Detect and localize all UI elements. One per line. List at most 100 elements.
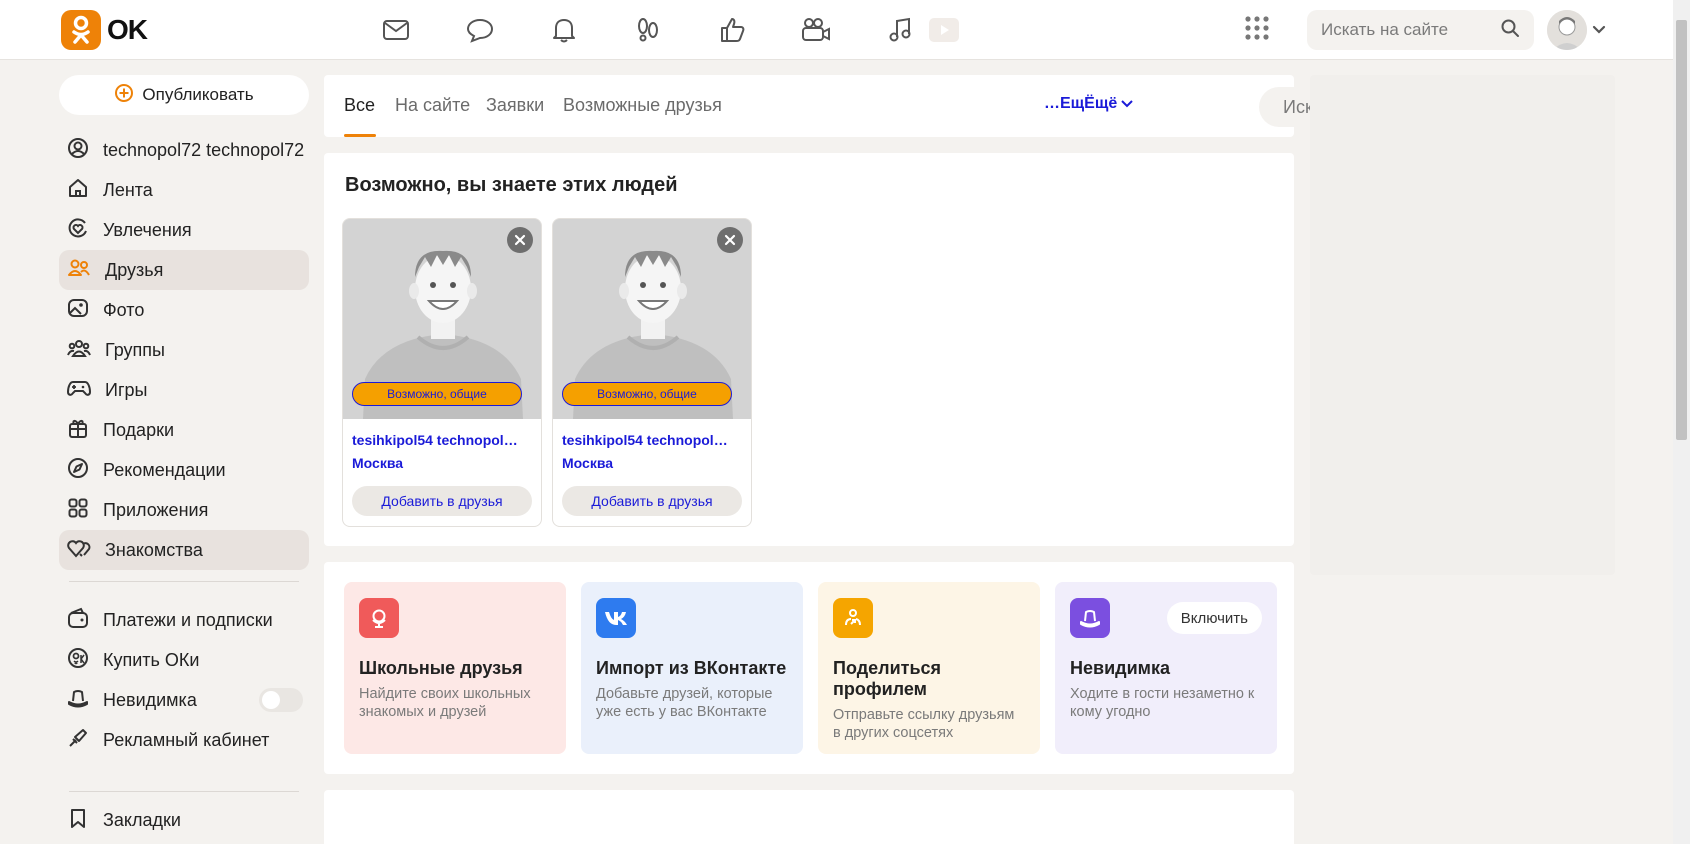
chevron-down-icon [1121,95,1133,113]
share-icon [833,598,873,638]
tab-possible-friends[interactable]: Возможные друзья [563,95,722,116]
feature-desc: Отправьте ссылку друзьям в других соцсет… [833,707,1015,741]
suggestion-card[interactable]: Возможно, общие tesihkipol54 technopol… … [342,218,542,527]
chevron-down-icon[interactable] [1592,22,1606,40]
features-panel: Школьные друзья Найдите своих школьных з… [324,562,1294,774]
mail-icon[interactable] [376,12,416,48]
tab-all[interactable]: Все [344,95,375,116]
search-icon[interactable] [1500,18,1520,43]
home-icon [67,177,89,204]
sidebar-item-invisible[interactable]: Невидимка [59,680,309,720]
chat-icon[interactable] [460,12,500,48]
coin-icon [67,647,89,674]
publish-label: Опубликовать [142,85,254,104]
sidebar-nav-secondary: Платежи и подписки Купить ОКи Невидимка … [59,600,309,760]
sidebar-item-label: Увлечения [103,219,192,240]
apps-grid-icon[interactable] [1244,15,1274,45]
groups-icon [67,337,91,364]
top-bar: OK [0,0,1673,60]
bookmark-icon [67,807,89,834]
sidebar-item-gifts[interactable]: Подарки [59,410,309,450]
sidebar-divider [69,791,299,792]
sidebar-item-label: Фото [103,299,145,320]
more-tabs-button[interactable]: …ЕщЁщё [1044,95,1133,113]
feature-school-friends[interactable]: Школьные друзья Найдите своих школьных з… [344,582,566,754]
sidebar-nav: technopol72 technopol72 Лента Увлечения … [59,130,309,570]
scrollbar-thumb[interactable] [1676,20,1687,440]
sidebar-item-dating[interactable]: Знакомства [59,530,309,570]
like-icon[interactable] [712,12,752,48]
feature-title: Поделиться профилем [833,658,942,699]
sidebar-item-label: Купить ОКи [103,649,200,670]
suggestion-city: Москва [562,455,614,471]
next-section-panel [324,790,1294,844]
suggestions-title: Возможно, вы знаете этих людей [345,174,678,196]
hat-icon [67,687,89,714]
music-icon[interactable] [880,12,920,48]
sidebar-item-label: Друзья [105,259,164,280]
suggestion-name[interactable]: tesihkipol54 technopol… [352,432,534,448]
dismiss-suggestion-button[interactable] [507,227,533,253]
sidebar-item-label: Рекламный кабинет [103,729,270,750]
sidebar-item-hobbies[interactable]: Увлечения [59,210,309,250]
ok-logo[interactable]: OK [61,10,148,50]
sidebar-item-games[interactable]: Игры [59,370,309,410]
logo-text: OK [107,14,148,45]
feature-title: Школьные друзья [359,658,523,678]
sidebar-item-payments[interactable]: Платежи и подписки [59,600,309,640]
tab-requests[interactable]: Заявки [486,95,544,116]
site-search-input[interactable] [1321,20,1491,40]
feature-vk-import[interactable]: Импорт из ВКонтакте Добавьте друзей, кот… [581,582,803,754]
publish-button[interactable]: Опубликовать [59,75,309,115]
add-friend-button[interactable]: Добавить в друзья [352,486,532,516]
suggestion-card[interactable]: Возможно, общие tesihkipol54 technopol… … [552,218,752,527]
sidebar-item-buy-oki[interactable]: Купить ОКи [59,640,309,680]
footprints-icon[interactable] [628,12,668,48]
avatar[interactable] [1547,10,1587,50]
sidebar-item-label: Закладки [103,809,181,830]
mutual-badge: Возможно, общие [352,382,522,406]
enable-invisible-button[interactable]: Включить [1166,602,1262,634]
suggestion-photo[interactable]: Возможно, общие [343,219,541,419]
feature-desc: Добавьте друзей, которые уже есть у вас … [596,686,773,720]
suggestions-panel: Возможно, вы знаете этих людей Возможно,… [324,153,1294,546]
suggestion-photo[interactable]: Возможно, общие [553,219,751,419]
feature-desc: Найдите своих школьных знакомых и друзей [359,686,531,720]
suggestion-city: Москва [352,455,404,471]
profile-icon [67,137,89,164]
sidebar-item-label: technopol72 technopol72 [103,139,305,160]
sidebar-item-bookmarks[interactable]: Закладки [59,800,309,840]
friends-tabs-panel: Все На сайте Заявки Возможные друзья …Ещ… [324,75,1609,137]
feature-share-profile[interactable]: Поделиться профилем Отправьте ссылку дру… [818,582,1040,754]
sidebar-item-groups[interactable]: Группы [59,330,309,370]
feature-desc: Ходите в гости незаметно к кому угодно [1070,686,1255,720]
sidebar-item-ads-cabinet[interactable]: Рекламный кабинет [59,720,309,760]
sidebar-item-friends[interactable]: Друзья [59,250,309,290]
sidebar-item-label: Подарки [103,419,175,440]
right-column-placeholder [1310,75,1615,575]
tab-online[interactable]: На сайте [395,95,470,116]
bell-icon[interactable] [544,12,584,48]
sidebar-nav-bookmarks: Закладки [59,800,309,840]
feature-invisible[interactable]: Включить Невидимка Ходите в гости незаме… [1055,582,1277,754]
add-friend-button[interactable]: Добавить в друзья [562,486,742,516]
suggestion-name[interactable]: tesihkipol54 technopol… [562,432,744,448]
play-icon[interactable] [924,12,964,48]
video-camera-icon[interactable] [796,12,836,48]
sidebar-item-recommendations[interactable]: Рекомендации [59,450,309,490]
photo-icon [67,297,89,324]
wallet-icon [67,607,89,634]
sidebar-item-feed[interactable]: Лента [59,170,309,210]
dismiss-suggestion-button[interactable] [717,227,743,253]
sidebar-item-photo[interactable]: Фото [59,290,309,330]
invisible-hat-icon [1070,598,1110,638]
school-globe-icon [359,598,399,638]
sidebar-item-profile[interactable]: technopol72 technopol72 [59,130,309,170]
sidebar-item-label: Лента [103,179,153,200]
hearts-icon [67,537,91,564]
invisible-toggle[interactable] [259,688,303,712]
close-icon [724,234,736,246]
plus-circle-icon [114,83,134,108]
mutual-badge: Возможно, общие [562,382,732,406]
sidebar-item-apps[interactable]: Приложения [59,490,309,530]
